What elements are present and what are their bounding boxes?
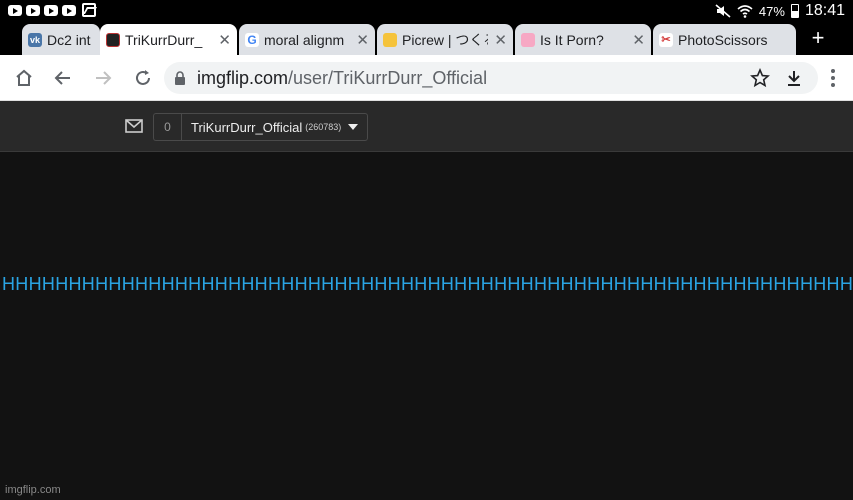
- caret-down-icon: [348, 124, 359, 130]
- close-tab-icon[interactable]: ✕: [632, 31, 645, 49]
- kebab-menu-icon[interactable]: [828, 66, 838, 90]
- mute-icon: [715, 4, 731, 18]
- reload-icon: [136, 70, 150, 85]
- tab-title: Is It Porn?: [540, 31, 604, 48]
- site-header: 0 TriKurrDurr_Official (260783): [0, 101, 853, 152]
- battery-icon: [790, 4, 799, 18]
- imgflip-icon: [106, 32, 120, 47]
- tab-title: Dc2 int: [47, 31, 91, 48]
- url-host: imgflip.com: [197, 68, 289, 88]
- tab-title: TriKurrDurr_: [125, 31, 203, 48]
- tab-title: Picrew | つくる: [402, 31, 489, 48]
- new-tab-button[interactable]: +: [806, 26, 830, 50]
- photoscissors-icon: ✂: [659, 32, 673, 47]
- tab-dc2[interactable]: vk Dc2 int: [22, 24, 100, 55]
- notification-count[interactable]: 0: [153, 113, 181, 141]
- tab-strip: vk Dc2 int TriKurrDurr_ ✕ G moral alignm…: [0, 22, 853, 55]
- forward-button[interactable]: [91, 66, 115, 90]
- url-text: imgflip.com/user/TriKurrDurr_Official: [197, 68, 487, 89]
- mail-icon[interactable]: [125, 119, 143, 133]
- user-menu-button[interactable]: TriKurrDurr_Official (260783): [181, 113, 369, 141]
- gallery-icon: [82, 3, 96, 17]
- clock: 18:41: [804, 2, 845, 19]
- battery-percent: 47%: [758, 3, 785, 19]
- username: TriKurrDurr_Official: [191, 119, 303, 135]
- tab-title: PhotoScissors: [678, 31, 768, 48]
- home-icon: [16, 69, 32, 86]
- url-path: /user/TriKurrDurr_Official: [288, 68, 488, 88]
- google-icon: G: [245, 32, 259, 47]
- notification-icons: [8, 3, 96, 17]
- vk-icon: vk: [28, 32, 42, 47]
- close-tab-icon[interactable]: ✕: [494, 31, 507, 49]
- address-bar[interactable]: imgflip.com/user/TriKurrDurr_Official: [164, 62, 818, 94]
- youtube-icon: [26, 5, 40, 16]
- tab-photoscissors[interactable]: ✂ PhotoScissors: [653, 24, 796, 55]
- wifi-icon: [737, 5, 753, 18]
- download-icon[interactable]: [784, 68, 804, 88]
- user-points: (260783): [305, 122, 342, 132]
- lock-icon: [175, 71, 185, 85]
- tab-is-it-porn[interactable]: Is It Porn? ✕: [515, 24, 651, 55]
- back-button[interactable]: [51, 66, 75, 90]
- forward-arrow-icon: [96, 71, 112, 85]
- tab-imgflip-user[interactable]: TriKurrDurr_ ✕: [100, 24, 237, 55]
- picrew-icon: [383, 32, 397, 47]
- bookmark-star-icon[interactable]: [750, 68, 770, 88]
- browser-toolbar: imgflip.com/user/TriKurrDurr_Official: [0, 55, 853, 101]
- tab-title: moral alignm: [264, 31, 345, 48]
- close-tab-icon[interactable]: ✕: [356, 31, 369, 49]
- youtube-icon: [8, 5, 22, 16]
- imgflip-watermark: imgflip.com: [5, 484, 61, 496]
- system-indicators: 47% 18:41: [715, 0, 845, 22]
- profile-text: HHHHHHHHHHHHHHHHHHHHHHHHHHHHHHHHHHHHHHHH…: [2, 274, 853, 294]
- close-tab-icon[interactable]: ✕: [218, 31, 231, 49]
- back-arrow-icon: [54, 71, 70, 85]
- reload-button[interactable]: [131, 66, 155, 90]
- tab-moral-alignment[interactable]: G moral alignm ✕: [239, 24, 375, 55]
- status-bar: 47% 18:41: [0, 0, 853, 22]
- tab-picrew[interactable]: Picrew | つくる ✕: [377, 24, 513, 55]
- isitporn-icon: [521, 32, 535, 47]
- youtube-icon: [44, 5, 58, 16]
- home-button[interactable]: [12, 66, 36, 90]
- youtube-icon: [62, 5, 76, 16]
